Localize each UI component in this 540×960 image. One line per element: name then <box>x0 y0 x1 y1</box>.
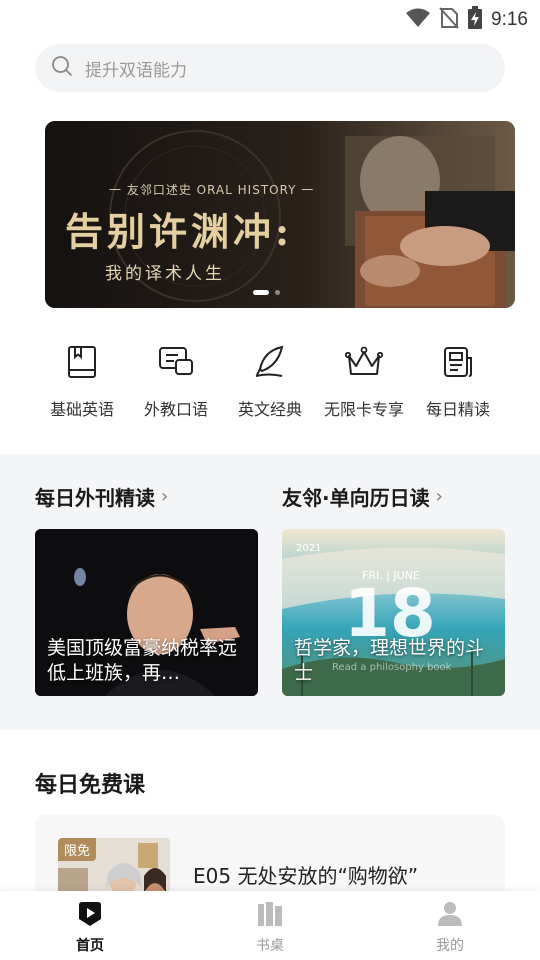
nav-item-unlimited-card[interactable]: 无限卡专享 <box>317 342 411 420</box>
banner-kicker: 一 友邻口述史 ORAL HISTORY 一 <box>109 183 315 197</box>
banner-subline: 我的译术人生 <box>105 264 225 284</box>
document-icon <box>438 342 478 382</box>
pagination-dot-active <box>253 290 269 295</box>
calendar-year: 2021 <box>296 543 322 554</box>
section-title: 每日外刊精读 <box>35 486 155 510</box>
no-sim-icon <box>439 7 459 33</box>
journal-card[interactable]: 美国顶级富豪纳税率远低上班族，再… <box>35 529 258 696</box>
free-badge: 限免 <box>58 838 97 861</box>
nav-item-label: 无限卡专享 <box>323 400 404 419</box>
nav-item-label: 外教口语 <box>143 400 208 419</box>
status-time: 9:16 <box>491 9 528 30</box>
quill-icon <box>250 342 290 382</box>
course-title: E05 无处安放的“购物欲” <box>193 864 419 888</box>
bookshelf-icon <box>256 901 284 931</box>
search-icon <box>51 55 73 81</box>
tab-home[interactable]: 首页 <box>50 901 130 955</box>
battery-charging-icon <box>467 6 483 34</box>
nav-item-label: 每日精读 <box>425 400 490 419</box>
promo-banner[interactable]: 一 友邻口述史 ORAL HISTORY 一 告别许渊冲: 我的译术人生 <box>45 121 515 308</box>
category-nav: 基础英语 外教口语 英文经典 无限卡专享 每日精读 <box>0 342 540 432</box>
book-icon <box>62 342 102 382</box>
nav-item-label: 基础英语 <box>49 400 114 419</box>
section-header-daily-journal[interactable]: 每日外刊精读 › <box>35 482 168 511</box>
play-home-icon <box>76 901 104 931</box>
search-placeholder: 提升双语能力 <box>85 60 187 81</box>
calendar-card-title: 哲学家，理想世界的斗士 <box>294 637 485 684</box>
tab-label: 书桌 <box>256 938 284 954</box>
bottom-tab-bar: 首页 书桌 我的 <box>0 891 540 960</box>
reading-section: 每日外刊精读 › 友邻·单向历日读 › 美国顶级富豪纳税率远低上班族，再… 20… <box>0 454 540 730</box>
section-title: 友邻·单向历日读 <box>282 486 430 510</box>
nav-item-classics[interactable]: 英文经典 <box>223 342 317 420</box>
free-course-title: 每日免费课 <box>35 773 146 798</box>
tab-label: 首页 <box>76 938 104 954</box>
status-icons: 9:16 <box>405 6 528 34</box>
chevron-right-icon: › <box>161 486 169 507</box>
tab-desk[interactable]: 书桌 <box>230 901 310 955</box>
nav-item-label: 英文经典 <box>237 400 302 419</box>
nav-item-basic-english[interactable]: 基础英语 <box>35 342 129 420</box>
chevron-right-icon: › <box>435 486 443 507</box>
nav-item-daily-reading[interactable]: 每日精读 <box>411 342 505 420</box>
banner-pagination <box>253 290 280 295</box>
tab-label: 我的 <box>436 938 464 954</box>
calendar-card[interactable]: 2021 FRI. | JUNE 18 Read a philosophy bo… <box>282 529 505 696</box>
nav-item-speaking[interactable]: 外教口语 <box>129 342 223 420</box>
profile-icon <box>436 901 464 931</box>
pagination-dot <box>275 290 280 295</box>
wifi-icon <box>405 8 431 32</box>
section-header-calendar[interactable]: 友邻·单向历日读 › <box>282 482 443 511</box>
tab-profile[interactable]: 我的 <box>410 901 490 955</box>
crown-icon <box>344 342 384 382</box>
status-bar: 9:16 <box>0 0 540 36</box>
banner-headline: 告别许渊冲: <box>65 209 294 254</box>
chat-icon <box>156 342 196 382</box>
journal-card-title: 美国顶级富豪纳税率远低上班族，再… <box>47 637 238 684</box>
search-input[interactable]: 提升双语能力 <box>35 44 505 92</box>
